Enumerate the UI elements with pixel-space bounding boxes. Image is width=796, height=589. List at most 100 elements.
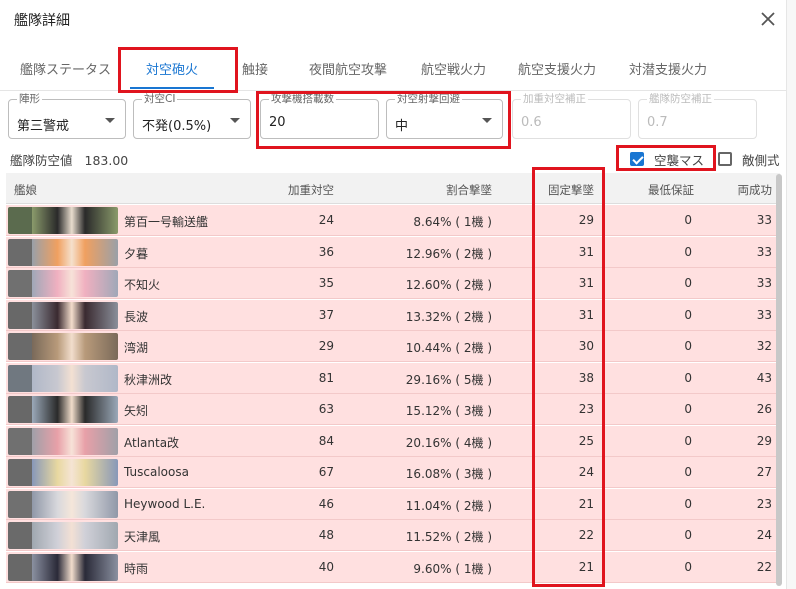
fixed-value: 38 — [578, 370, 594, 385]
table-row[interactable]: 秋津洲改 81 29.16% ( 5機 ) 38 0 43 — [6, 362, 780, 394]
attackers-input[interactable]: 攻撃機搭載数 20 — [260, 92, 379, 139]
table-row[interactable]: Atlanta改 84 20.16% ( 4機 ) 25 0 29 — [6, 425, 780, 457]
both-success-value: 33 — [756, 307, 772, 322]
close-button[interactable] — [757, 8, 779, 30]
table-row[interactable]: 湾湖 29 10.44% ( 2機 ) 30 0 32 — [6, 331, 780, 362]
table-row[interactable]: Heywood L.E. 46 11.04% ( 2機 ) 21 0 23 — [6, 488, 780, 520]
proportional-value: 8.64% ( 1機 ) — [413, 215, 492, 229]
air-raid-checkbox[interactable]: 空襲マス — [630, 150, 704, 168]
ship-portrait — [8, 553, 118, 581]
table-row[interactable]: 夕暮 36 12.96% ( 2機 ) 31 0 33 — [6, 236, 780, 268]
tab-anti-air-fire[interactable]: 対空砲火 — [146, 59, 198, 78]
aa-evasion-select[interactable]: 対空射撃回避 中 — [386, 92, 503, 139]
fixed-value: 21 — [578, 496, 594, 511]
tab-fleet-status[interactable]: 艦隊ステータス — [20, 59, 111, 78]
proportional-value: 11.04% ( 2機 ) — [405, 498, 492, 513]
ship-portrait — [8, 238, 118, 266]
ship-portrait — [8, 459, 118, 486]
tab-bar: 艦隊ステータス 対空砲火 触接 夜間航空攻撃 航空戦火力 航空支援火力 対潜支援… — [0, 41, 796, 91]
aa-evasion-label: 対空射撃回避 — [395, 92, 462, 106]
ship-name: 天津風 — [124, 530, 161, 544]
both-success-value: 33 — [756, 244, 772, 259]
table-row[interactable]: 長波 37 13.32% ( 2機 ) 31 0 33 — [6, 299, 780, 331]
min-guarantee-value: 0 — [684, 370, 692, 385]
ship-portrait — [8, 490, 118, 518]
min-guarantee-value: 0 — [684, 339, 692, 353]
formation-value: 第三警戒 — [17, 119, 70, 134]
proportional-value: 10.44% ( 2機 ) — [405, 341, 492, 355]
ship-portrait — [8, 522, 118, 549]
min-guarantee-value: 0 — [684, 559, 692, 574]
fixed-value: 31 — [578, 307, 594, 322]
table-row[interactable]: 矢矧 63 15.12% ( 3機 ) 23 0 26 — [6, 394, 780, 425]
ship-name: 矢矧 — [124, 404, 149, 418]
min-guarantee-value: 0 — [684, 433, 692, 448]
table-row[interactable]: Tuscaloosa 67 16.08% ( 3機 ) 24 0 27 — [6, 457, 780, 488]
ship-name: 長波 — [124, 309, 149, 324]
ship-portrait — [8, 364, 118, 392]
tab-night-air-attack[interactable]: 夜間航空攻撃 — [309, 59, 387, 78]
min-guarantee-value: 0 — [684, 465, 692, 479]
weighted-aa-value: 35 — [318, 276, 334, 290]
fleet-bonus-label: 艦隊防空補正 — [647, 92, 714, 106]
both-success-value: 33 — [756, 276, 772, 290]
aaci-select[interactable]: 対空CI 不発(0.5%) — [133, 92, 251, 139]
min-guarantee-value: 0 — [684, 276, 692, 290]
air-raid-label: 空襲マス — [654, 152, 705, 168]
table-row[interactable]: 第百一号輸送艦 24 8.64% ( 1機 ) 29 0 33 — [6, 205, 780, 236]
dialog-title: 艦隊詳細 — [14, 13, 70, 29]
both-success-value: 26 — [756, 402, 772, 416]
ship-portrait — [8, 427, 118, 455]
weighted-aa-value: 63 — [318, 402, 334, 416]
min-guarantee-value: 0 — [684, 496, 692, 511]
formation-select[interactable]: 陣形 第三警戒 — [8, 92, 126, 139]
ship-portrait — [8, 270, 118, 297]
header-weighted-aa: 加重対空 — [288, 183, 334, 197]
fleet-bonus-value: 0.7 — [647, 115, 668, 130]
tab-asw-support-power[interactable]: 対潜支援火力 — [629, 59, 707, 78]
fleet-bonus-input: 艦隊防空補正 0.7 — [638, 92, 757, 139]
both-success-value: 43 — [756, 370, 772, 385]
weighted-aa-value: 29 — [318, 339, 334, 353]
proportional-value: 11.52% ( 2機 ) — [405, 530, 492, 544]
proportional-value: 29.16% ( 5機 ) — [405, 372, 492, 387]
table-row[interactable]: 天津風 48 11.52% ( 2機 ) 22 0 24 — [6, 520, 780, 551]
fleet-aa-label: 艦隊防空値 — [10, 153, 73, 168]
tab-contact[interactable]: 触接 — [242, 59, 268, 78]
ship-name: Tuscaloosa — [124, 465, 189, 479]
proportional-value: 13.32% ( 2機 ) — [405, 309, 492, 324]
table-row[interactable]: 不知火 35 12.60% ( 2機 ) 31 0 33 — [6, 268, 780, 299]
tab-air-battle-power[interactable]: 航空戦火力 — [421, 59, 486, 78]
ship-portrait — [8, 333, 118, 360]
weighted-aa-value: 67 — [318, 465, 334, 479]
weighted-aa-value: 37 — [318, 307, 334, 322]
table-header: 艦娘 加重対空 割合撃墜 固定撃墜 最低保証 両成功 — [6, 173, 780, 204]
chevron-down-icon — [482, 118, 492, 123]
fixed-value: 30 — [578, 339, 594, 353]
ship-portrait — [8, 301, 118, 329]
min-guarantee-value: 0 — [684, 213, 692, 227]
weighted-aa-value: 40 — [318, 559, 334, 574]
aaci-value: 不発(0.5%) — [142, 119, 212, 134]
fleet-aa-value: 183.00 — [84, 153, 129, 168]
both-success-value: 23 — [756, 496, 772, 511]
attackers-label: 攻撃機搭載数 — [269, 92, 336, 106]
weighted-bonus-value: 0.6 — [521, 115, 542, 130]
ship-portrait — [8, 396, 118, 423]
proportional-value: 9.60% ( 1機 ) — [413, 561, 492, 576]
weighted-aa-value: 24 — [318, 213, 334, 227]
table-row[interactable]: 時雨 40 9.60% ( 1機 ) 21 0 22 — [6, 551, 780, 583]
proportional-value: 12.96% ( 2機 ) — [405, 246, 492, 261]
ship-name: 不知火 — [124, 278, 161, 292]
table-scrollbar[interactable] — [776, 174, 782, 586]
ship-name: 湾湖 — [124, 341, 149, 355]
ship-name: 時雨 — [124, 561, 149, 576]
checkbox-unchecked-icon — [718, 152, 732, 166]
fixed-value: 24 — [578, 465, 594, 479]
fixed-value: 23 — [578, 402, 594, 416]
anti-air-table: 艦娘 加重対空 割合撃墜 固定撃墜 最低保証 両成功 第百一号輸送艦 24 8.64… — [6, 173, 780, 589]
header-min-guarantee: 最低保証 — [648, 183, 694, 197]
aaci-label: 対空CI — [142, 92, 178, 106]
enemy-side-checkbox[interactable]: 敵側式 — [718, 150, 780, 168]
tab-air-support-power[interactable]: 航空支援火力 — [518, 59, 596, 78]
